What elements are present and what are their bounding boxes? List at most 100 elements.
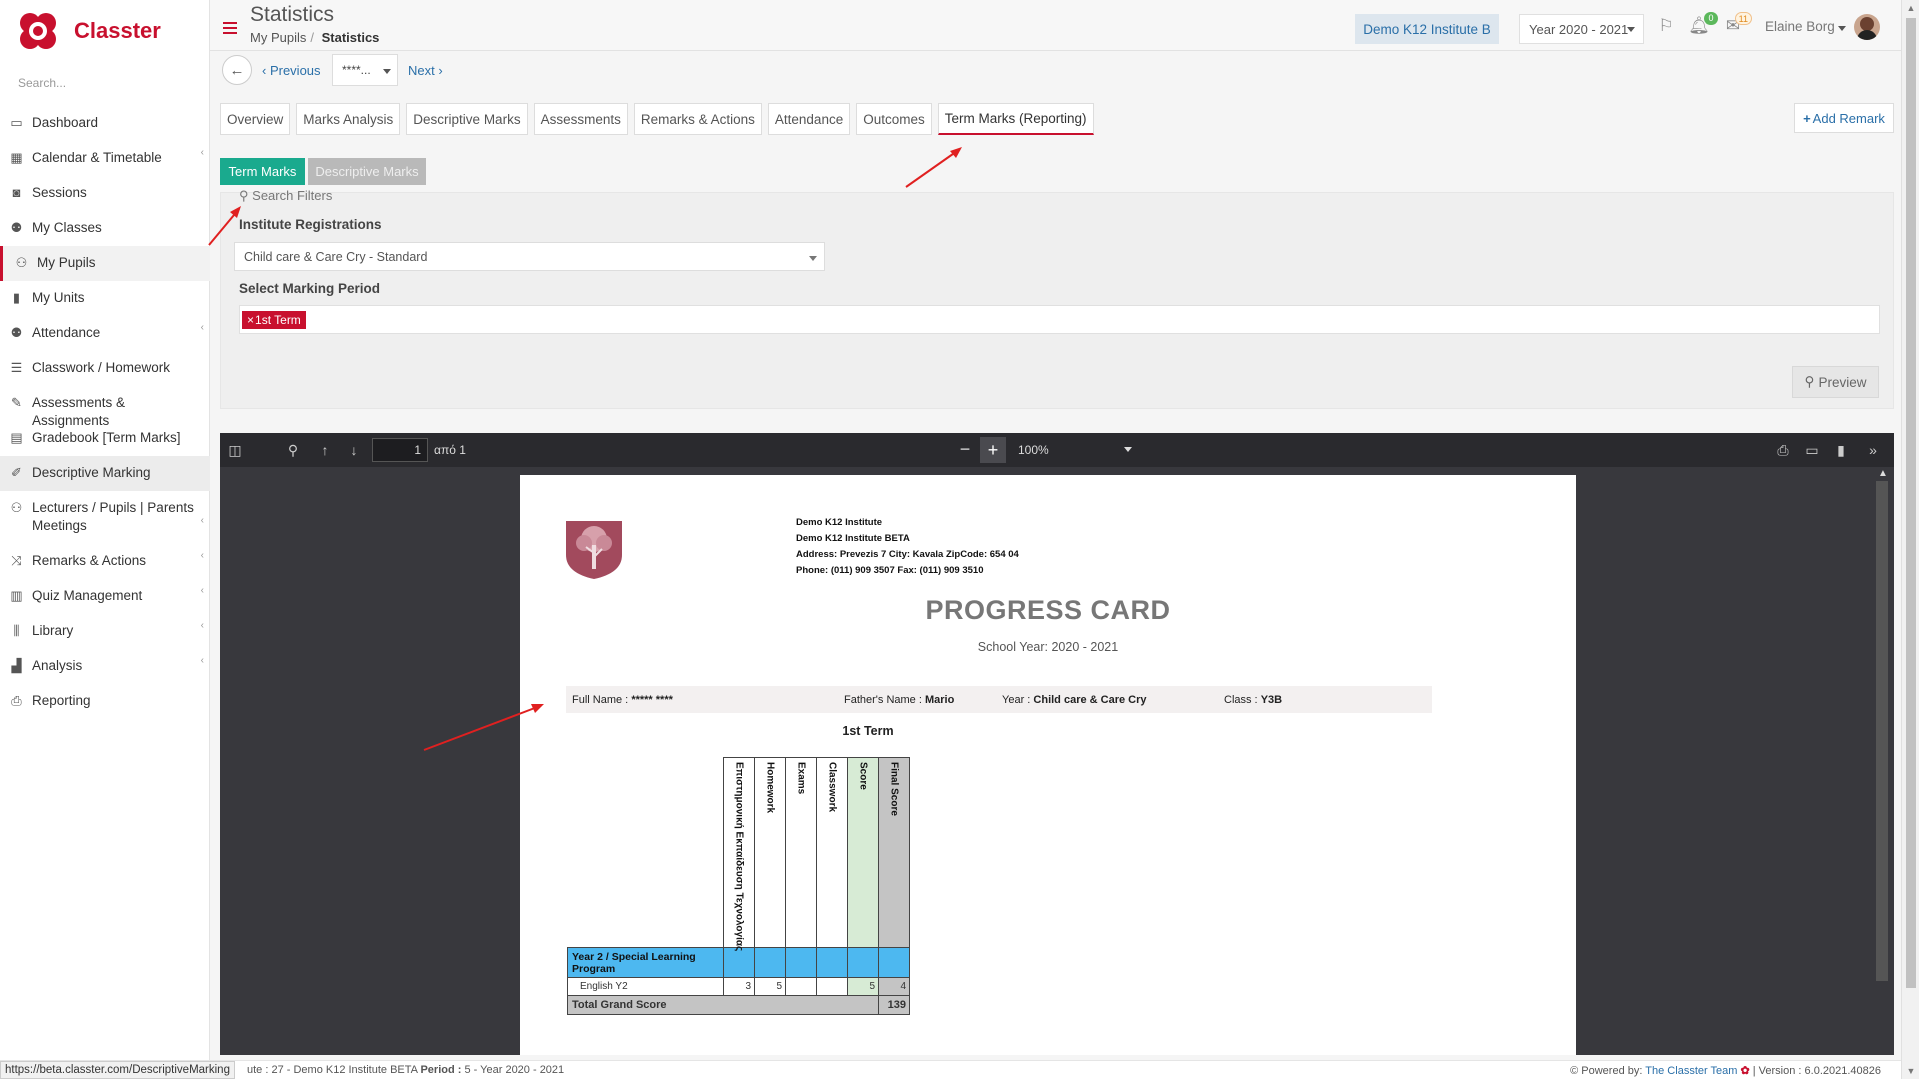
year-select[interactable]: Year 2020 - 2021 (1519, 14, 1644, 44)
tab-outcomes[interactable]: Outcomes (856, 103, 932, 135)
tab-remarks-actions[interactable]: Remarks & Actions (633, 103, 762, 135)
sidebar-item-reporting[interactable]: ⎙ Reporting (0, 684, 210, 719)
envelope-icon[interactable]: ✉ 11 (1722, 12, 1752, 36)
bookmark-icon[interactable]: ▮ (1832, 441, 1850, 459)
sidebar-item-quiz[interactable]: ▥ Quiz Management ‹ (0, 579, 210, 614)
pdf-scrollbar[interactable] (1876, 481, 1888, 981)
father-name-label: Father's Name : (844, 694, 922, 706)
tab-term-marks-reporting[interactable]: Term Marks (Reporting) (937, 103, 1094, 135)
tab-assessments[interactable]: Assessments (533, 103, 628, 135)
tools-chevron-icon[interactable]: » (1864, 441, 1882, 459)
caret-down-icon[interactable] (1838, 26, 1846, 31)
subtab-descriptive-marks[interactable]: Descriptive Marks (308, 158, 426, 185)
search-icon[interactable]: ⚲ (284, 441, 302, 459)
preview-button[interactable]: ⚲ Preview (1792, 366, 1879, 398)
search-icon: ⚲ (1804, 374, 1815, 389)
sidebar-item-remarks[interactable]: ⤨ Remarks & Actions ‹ (0, 544, 210, 579)
avatar[interactable] (1854, 14, 1880, 40)
sidebar-nav: ▭ Dashboard ▦ Calendar & Timetable ‹ ◙ Sessi… (0, 106, 210, 719)
sidebar-item-descriptive-marking[interactable]: ✐ Descriptive Marking (0, 456, 210, 491)
flag-icon[interactable]: ⚐ (1655, 16, 1677, 36)
total-value: 139 (878, 995, 910, 1015)
save-icon[interactable]: ▭ (1803, 441, 1821, 459)
class-value: Y3B (1260, 694, 1283, 706)
print-icon[interactable]: ⎙ (1774, 441, 1792, 459)
scroll-thumb[interactable] (1906, 18, 1916, 988)
scroll-up-icon[interactable]: ▲ (1902, 0, 1919, 16)
zoom-select[interactable]: 100% (1010, 438, 1140, 462)
sidebar-item-attendance[interactable]: ⚉ Attendance ‹ (0, 316, 210, 351)
next-link[interactable]: Next › (408, 63, 443, 78)
user-name[interactable]: Elaine Borg (1765, 19, 1835, 34)
sidebar-item-library[interactable]: ⫼ Library ‹ (0, 614, 210, 649)
institute-registrations-label: Institute Registrations (239, 217, 382, 232)
pupil-select[interactable]: ****... (332, 54, 398, 86)
bell-icon[interactable]: 🔔︎ 0 (1688, 12, 1718, 36)
chevron-left-icon: ‹ (200, 322, 204, 333)
footer: ute : 27 - Demo K12 Institute BETA Perio… (0, 1060, 1901, 1079)
arrow-down-icon[interactable]: ↓ (345, 441, 363, 459)
table-cell: 5 (847, 977, 879, 996)
full-name: Full Name : ***** **** (572, 694, 673, 706)
chevron-left-icon: ‹ (200, 147, 204, 158)
classter-team-link[interactable]: The Classter Team (1645, 1065, 1737, 1077)
sidebar-item-gradebook[interactable]: ▤ Gradebook [Term Marks] (0, 421, 210, 456)
tab-descriptive-marks[interactable]: Descriptive Marks (406, 103, 528, 135)
sidebar-item-dashboard[interactable]: ▭ Dashboard (0, 106, 210, 141)
sidebar-item-calendar[interactable]: ▦ Calendar & Timetable ‹ (0, 141, 210, 176)
page-title: Statistics (250, 3, 335, 26)
subtab-term-marks[interactable]: Term Marks (220, 158, 305, 185)
school-phone: Phone: (011) 909 3507 Fax: (011) 909 351… (796, 565, 984, 576)
search-filters-label: Search Filters (252, 188, 333, 203)
marking-period-select[interactable]: × 1st Term (239, 305, 1880, 334)
previous-link[interactable]: ‹ Previous (262, 63, 321, 78)
report-title: PROGRESS CARD (925, 595, 1171, 625)
meetings-icon: ⚇ (10, 500, 23, 515)
caret-down-icon (383, 69, 391, 74)
zoom-out-icon[interactable]: − (955, 439, 975, 461)
year-field: Year : Child care & Care Cry (1002, 694, 1147, 706)
table-row: English Y2 3 5 5 4 (567, 977, 910, 996)
marking-period-tag[interactable]: × 1st Term (242, 311, 306, 329)
breadcrumb-parent[interactable]: My Pupils (250, 30, 306, 45)
sidebar-item-sessions[interactable]: ◙ Sessions (0, 176, 210, 211)
sidebar-item-assessments[interactable]: ✎ Assessments & Assignments (0, 386, 210, 428)
report-school-year: School Year: 2020 - 2021 (977, 640, 1119, 654)
add-remark-label: Add Remark (1812, 110, 1885, 126)
institute-registrations-select[interactable]: Child care & Care Cry - Standard (234, 242, 825, 271)
arrow-up-icon[interactable]: ↑ (316, 441, 334, 459)
pdf-page: Demo K12 Institute Demo K12 Institute BE… (520, 475, 1576, 1055)
tab-marks-analysis[interactable]: Marks Analysis (296, 103, 401, 135)
top-header: Statistics My Pupils / Statistics Demo K1… (210, 0, 1901, 51)
sidebar-item-meetings[interactable]: ⚇ Lecturers / Pupils | Parents Meetings ‹ (0, 491, 210, 544)
sidebar-item-analysis[interactable]: ▟ Analysis ‹ (0, 649, 210, 684)
attendance-icon: ⚉ (10, 325, 23, 340)
scroll-down-icon[interactable]: ▼ (1902, 1063, 1919, 1079)
sidebar-item-classwork[interactable]: ☰ Classwork / Homework (0, 351, 210, 386)
search-filters-toggle[interactable]: ⚲ Search Filters (239, 188, 332, 204)
full-name-value: ***** **** (631, 694, 673, 706)
sidebar-item-my-classes[interactable]: ⚉ My Classes (0, 211, 210, 246)
remove-tag-icon[interactable]: × (247, 313, 254, 327)
year-select-value: Year 2020 - 2021 (1529, 21, 1629, 37)
footer-powered: © Powered by: The Classter Team ✿ | Vers… (1570, 1064, 1881, 1077)
page-number-input[interactable]: 1 (372, 438, 428, 462)
table-cell: 3 (723, 977, 755, 996)
sidebar-search-input[interactable]: Search... (18, 76, 66, 90)
zoom-in-icon[interactable]: + (980, 437, 1006, 463)
scroll-up-icon[interactable]: ▲ (1876, 467, 1890, 481)
sidebar-item-my-pupils[interactable]: ⚇ My Pupils (0, 246, 210, 281)
tab-overview[interactable]: Overview (220, 103, 291, 135)
back-arrow-button[interactable]: ← (222, 55, 252, 85)
institute-button[interactable]: Demo K12 Institute B (1355, 14, 1499, 44)
class-label: Class : (1224, 694, 1258, 706)
preview-label: Preview (1818, 374, 1867, 390)
plus-icon: + (1803, 110, 1811, 126)
sidebar-toggle-icon[interactable]: ◫ (226, 441, 244, 459)
page-scrollbar[interactable]: ▲ ▼ (1901, 0, 1919, 1079)
classter-logo[interactable]: Classter (18, 10, 218, 52)
sidebar-item-my-units[interactable]: ▮ My Units (0, 281, 210, 316)
add-remark-button[interactable]: + Add Remark (1794, 103, 1894, 133)
tab-attendance[interactable]: Attendance (767, 103, 851, 135)
menu-toggle-icon[interactable] (223, 22, 237, 34)
